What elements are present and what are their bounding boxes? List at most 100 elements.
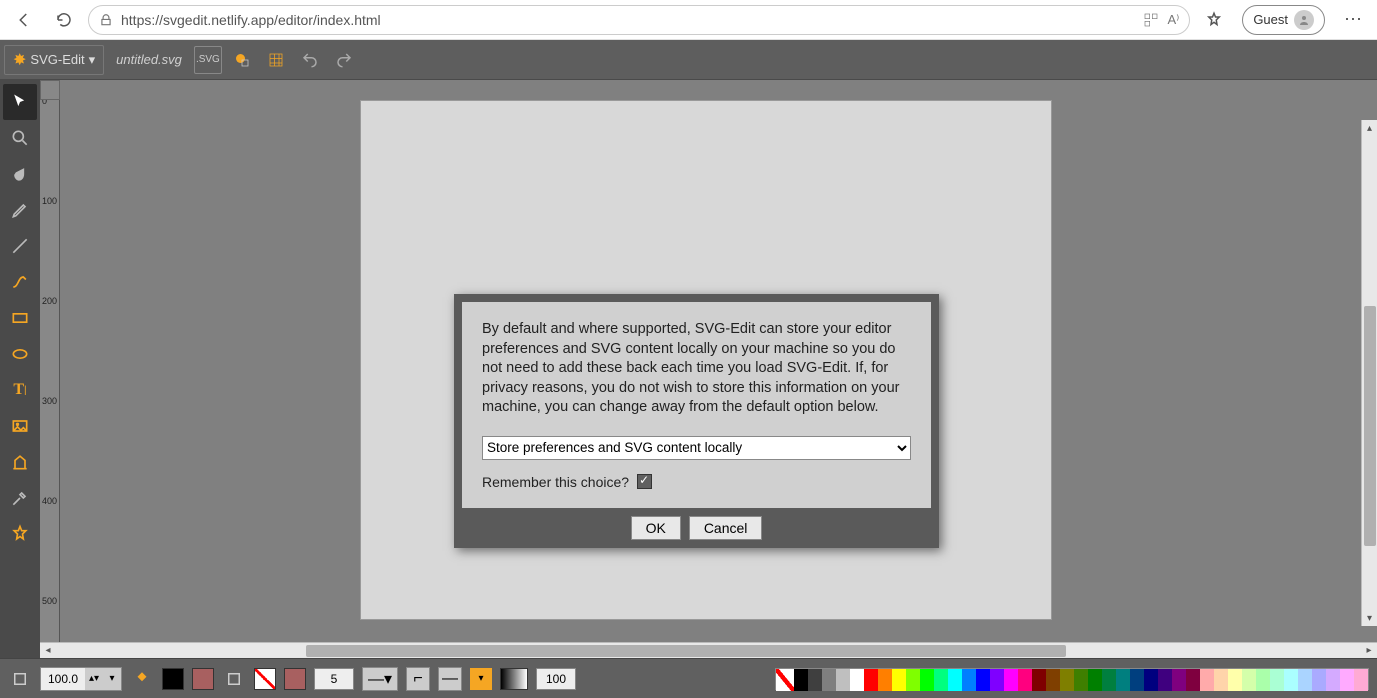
- remember-checkbox[interactable]: [637, 474, 652, 489]
- ok-button[interactable]: OK: [631, 516, 681, 540]
- palette-color[interactable]: [1172, 669, 1186, 691]
- palette-color[interactable]: [1298, 669, 1312, 691]
- palette-color[interactable]: [1326, 669, 1340, 691]
- favorites-icon[interactable]: [1198, 4, 1230, 36]
- scroll-down-arrow[interactable]: ▾: [1362, 610, 1377, 626]
- palette-color[interactable]: [864, 669, 878, 691]
- eyedropper-tool[interactable]: [3, 480, 37, 516]
- palette-color[interactable]: [1046, 669, 1060, 691]
- edit-source-button[interactable]: .SVG: [194, 46, 222, 74]
- ellipse-tool[interactable]: [3, 336, 37, 372]
- palette-color[interactable]: [794, 669, 808, 691]
- palette-color[interactable]: [850, 669, 864, 691]
- zoom-stepper[interactable]: ▴▾: [85, 668, 103, 690]
- fit-canvas-button[interactable]: [8, 667, 32, 691]
- rect-tool[interactable]: [3, 300, 37, 336]
- palette-color[interactable]: [990, 669, 1004, 691]
- shapelib-tool[interactable]: [3, 444, 37, 480]
- read-aloud-icon[interactable]: A⁾: [1167, 12, 1179, 28]
- palette-color[interactable]: [1074, 669, 1088, 691]
- linecap-dropdown[interactable]: —: [438, 667, 462, 691]
- palette-color[interactable]: [878, 669, 892, 691]
- fill-swatch[interactable]: [162, 668, 184, 690]
- palette-none[interactable]: [776, 669, 794, 691]
- pan-tool[interactable]: [3, 156, 37, 192]
- undo-button[interactable]: [296, 46, 324, 74]
- palette-color[interactable]: [920, 669, 934, 691]
- palette-color[interactable]: [822, 669, 836, 691]
- fill-swatch-alt[interactable]: [192, 668, 214, 690]
- palette-color[interactable]: [934, 669, 948, 691]
- scroll-left-arrow[interactable]: ◂: [40, 643, 56, 659]
- show-grid-button[interactable]: [262, 46, 290, 74]
- palette-color[interactable]: [1102, 669, 1116, 691]
- refresh-button[interactable]: [48, 4, 80, 36]
- scroll-right-arrow[interactable]: ▸: [1361, 643, 1377, 659]
- palette-color[interactable]: [892, 669, 906, 691]
- storage-select[interactable]: Store preferences and SVG content locall…: [482, 436, 911, 460]
- scroll-v-thumb[interactable]: [1364, 306, 1376, 546]
- palette-color[interactable]: [1032, 669, 1046, 691]
- qr-icon[interactable]: [1143, 12, 1159, 28]
- palette-color[interactable]: [1158, 669, 1172, 691]
- scroll-h-thumb[interactable]: [306, 645, 1066, 657]
- opacity-input[interactable]: [536, 668, 576, 690]
- layers-button[interactable]: ▾: [470, 668, 492, 690]
- palette-color[interactable]: [1340, 669, 1354, 691]
- stroke-width-input[interactable]: [314, 668, 354, 690]
- palette-color[interactable]: [1270, 669, 1284, 691]
- zoom-input[interactable]: [41, 668, 85, 690]
- palette-color[interactable]: [1214, 669, 1228, 691]
- palette-color[interactable]: [906, 669, 920, 691]
- star-tool[interactable]: [3, 516, 37, 552]
- address-bar[interactable]: https://svgedit.netlify.app/editor/index…: [88, 5, 1190, 35]
- palette-color[interactable]: [1116, 669, 1130, 691]
- line-tool[interactable]: [3, 228, 37, 264]
- opacity-swatch[interactable]: [500, 668, 528, 690]
- ruler-v-label: 100: [42, 196, 57, 206]
- palette-color[interactable]: [1186, 669, 1200, 691]
- main-menu-button[interactable]: ✸ SVG-Edit ▾: [4, 45, 104, 75]
- cancel-button[interactable]: Cancel: [689, 516, 763, 540]
- palette-color[interactable]: [1144, 669, 1158, 691]
- bottom-bar: ▴▾ ▾ —▾ ⌐ — ▾: [0, 658, 1377, 698]
- scrollbar-horizontal[interactable]: ◂ ▸: [40, 642, 1377, 658]
- palette-color[interactable]: [1284, 669, 1298, 691]
- palette-color[interactable]: [1004, 669, 1018, 691]
- palette-color[interactable]: [976, 669, 990, 691]
- palette-color[interactable]: [1312, 669, 1326, 691]
- scrollbar-vertical[interactable]: ▴ ▾: [1361, 120, 1377, 626]
- redo-button[interactable]: [330, 46, 358, 74]
- filename-label[interactable]: untitled.svg: [110, 52, 188, 67]
- scroll-up-arrow[interactable]: ▴: [1362, 120, 1377, 136]
- zoom-tool[interactable]: [3, 120, 37, 156]
- zoom-dropdown[interactable]: ▾: [103, 668, 121, 690]
- stroke-style-dropdown[interactable]: —▾: [362, 667, 398, 691]
- stroke-swatch-alt[interactable]: [284, 668, 306, 690]
- palette-color[interactable]: [1354, 669, 1368, 691]
- back-button[interactable]: [8, 4, 40, 36]
- profile-button[interactable]: Guest: [1242, 5, 1325, 35]
- palette-color[interactable]: [1088, 669, 1102, 691]
- zoom-control[interactable]: ▴▾ ▾: [40, 667, 122, 691]
- palette-color[interactable]: [962, 669, 976, 691]
- path-tool[interactable]: [3, 264, 37, 300]
- image-tool[interactable]: [3, 408, 37, 444]
- palette-color[interactable]: [1130, 669, 1144, 691]
- palette-color[interactable]: [1228, 669, 1242, 691]
- text-tool[interactable]: T|: [3, 372, 37, 408]
- pencil-tool[interactable]: [3, 192, 37, 228]
- palette-color[interactable]: [1256, 669, 1270, 691]
- palette-color[interactable]: [1060, 669, 1074, 691]
- palette-color[interactable]: [948, 669, 962, 691]
- palette-color[interactable]: [1200, 669, 1214, 691]
- more-button[interactable]: ⋯: [1337, 4, 1369, 36]
- stroke-swatch[interactable]: [254, 668, 276, 690]
- palette-color[interactable]: [1018, 669, 1032, 691]
- palette-color[interactable]: [808, 669, 822, 691]
- linejoin-dropdown[interactable]: ⌐: [406, 667, 430, 691]
- select-tool[interactable]: [3, 84, 37, 120]
- palette-color[interactable]: [836, 669, 850, 691]
- wireframe-button[interactable]: [228, 46, 256, 74]
- palette-color[interactable]: [1242, 669, 1256, 691]
